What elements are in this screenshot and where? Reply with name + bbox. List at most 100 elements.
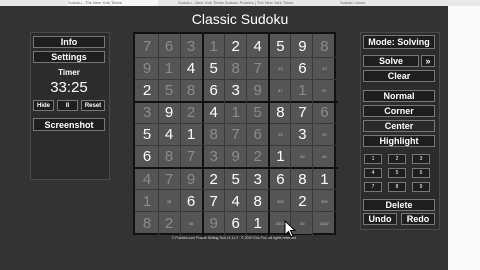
sudoku-cell[interactable]: 35 <box>158 190 180 212</box>
sudoku-cell[interactable]: 8 <box>313 35 335 57</box>
delete-button[interactable]: Delete <box>363 199 435 211</box>
sudoku-cell[interactable]: 6 <box>291 57 313 79</box>
sudoku-cell[interactable]: 4 <box>247 35 269 57</box>
sudoku-cell[interactable]: 45 <box>313 146 335 168</box>
sudoku-cell[interactable]: 3 <box>180 35 202 57</box>
sudoku-cell[interactable]: 1 <box>247 212 269 234</box>
sudoku-cell[interactable]: 3 <box>291 124 313 146</box>
sudoku-cell[interactable]: 35 <box>180 212 202 234</box>
numpad-key-6[interactable]: 6 <box>412 168 430 178</box>
sudoku-cell[interactable]: 8 <box>291 168 313 190</box>
sudoku-cell[interactable]: 2 <box>291 190 313 212</box>
numpad-key-1[interactable]: 1 <box>364 154 382 164</box>
reset-timer-button[interactable]: Reset <box>81 100 105 111</box>
sudoku-cell[interactable]: 45 <box>291 146 313 168</box>
sudoku-cell[interactable]: 4 <box>180 57 202 79</box>
sudoku-cell[interactable]: 9 <box>136 57 158 79</box>
sudoku-cell[interactable]: 6 <box>225 212 247 234</box>
sudoku-cell[interactable]: 8 <box>136 212 158 234</box>
info-button[interactable]: Info <box>33 36 105 48</box>
sudoku-cell[interactable]: 9 <box>225 146 247 168</box>
corner-mode-button[interactable]: Corner <box>363 105 435 117</box>
sudoku-cell[interactable]: 9 <box>180 168 202 190</box>
sudoku-cell[interactable]: 1 <box>269 146 291 168</box>
sudoku-cell[interactable]: 4 <box>225 190 247 212</box>
sudoku-cell[interactable]: 9 <box>291 35 313 57</box>
sudoku-cell[interactable]: 8 <box>247 190 269 212</box>
sudoku-cell[interactable]: 7 <box>291 102 313 124</box>
sudoku-cell[interactable]: 1 <box>291 79 313 101</box>
numpad-key-5[interactable]: 5 <box>388 168 406 178</box>
sudoku-cell[interactable]: 4 <box>136 168 158 190</box>
sudoku-cell[interactable]: 2 <box>180 102 202 124</box>
sudoku-cell[interactable]: 7 <box>180 146 202 168</box>
numpad-key-3[interactable]: 3 <box>412 154 430 164</box>
undo-button[interactable]: Undo <box>363 213 397 225</box>
sudoku-cell[interactable]: 6 <box>313 102 335 124</box>
sudoku-cell[interactable]: 1 <box>203 35 225 57</box>
sudoku-cell[interactable]: 1 <box>313 168 335 190</box>
sudoku-cell[interactable]: 3457 <box>313 212 335 234</box>
numpad-key-8[interactable]: 8 <box>388 182 406 192</box>
sudoku-cell[interactable]: 5 <box>225 168 247 190</box>
sudoku-cell[interactable]: 359 <box>313 190 335 212</box>
sudoku-cell[interactable]: 5 <box>158 79 180 101</box>
pause-timer-button[interactable]: II <box>57 100 78 111</box>
solve-more-button[interactable]: » <box>421 55 435 67</box>
sudoku-cell[interactable]: 23 <box>313 57 335 79</box>
sudoku-cell[interactable]: 6 <box>203 79 225 101</box>
normal-mode-button[interactable]: Normal <box>363 90 435 102</box>
sudoku-cell[interactable]: 5 <box>269 35 291 57</box>
sudoku-cell[interactable]: 1 <box>136 190 158 212</box>
sudoku-cell[interactable]: 8 <box>269 102 291 124</box>
sudoku-cell[interactable]: 4 <box>158 124 180 146</box>
sudoku-cell[interactable]: 7 <box>136 35 158 57</box>
sudoku-cell[interactable]: 7 <box>158 168 180 190</box>
sudoku-cell[interactable]: 3 <box>136 102 158 124</box>
sudoku-cell[interactable]: 6 <box>247 124 269 146</box>
numpad-key-9[interactable]: 9 <box>412 182 430 192</box>
sudoku-cell[interactable]: 2 <box>225 35 247 57</box>
sudoku-cell[interactable]: 1 <box>158 57 180 79</box>
sudoku-cell[interactable]: 2 <box>247 146 269 168</box>
sudoku-cell[interactable]: 6 <box>136 146 158 168</box>
screenshot-button[interactable]: Screenshot <box>33 118 105 131</box>
sudoku-cell[interactable]: 3 <box>203 146 225 168</box>
sudoku-cell[interactable]: 9 <box>247 79 269 101</box>
sudoku-cell[interactable]: 1 <box>225 102 247 124</box>
numpad-key-4[interactable]: 4 <box>364 168 382 178</box>
sudoku-cell[interactable]: 8 <box>203 124 225 146</box>
sudoku-cell[interactable]: 2 <box>203 168 225 190</box>
sudoku-cell[interactable]: 47 <box>313 79 335 101</box>
numpad-key-7[interactable]: 7 <box>364 182 382 192</box>
sudoku-cell[interactable]: 8 <box>158 146 180 168</box>
sudoku-cell[interactable]: 7 <box>247 57 269 79</box>
sudoku-cell[interactable]: 6 <box>180 190 202 212</box>
sudoku-cell[interactable]: 8 <box>225 57 247 79</box>
sudoku-cell[interactable]: 2 <box>158 212 180 234</box>
sudoku-cell[interactable]: 7 <box>203 190 225 212</box>
sudoku-cell[interactable]: 5 <box>247 102 269 124</box>
sudoku-cell[interactable]: 9 <box>203 212 225 234</box>
sudoku-cell[interactable]: 3 <box>225 79 247 101</box>
settings-button[interactable]: Settings <box>33 51 105 63</box>
sudoku-cell[interactable]: 6 <box>269 168 291 190</box>
sudoku-cell[interactable]: 4 <box>203 102 225 124</box>
hide-timer-button[interactable]: Hide <box>33 100 54 111</box>
solve-button[interactable]: Solve <box>363 55 419 67</box>
sudoku-cell[interactable]: 47 <box>269 79 291 101</box>
sudoku-cell[interactable]: 5 <box>203 57 225 79</box>
mode-button[interactable]: Mode: Solving <box>363 35 435 49</box>
redo-button[interactable]: Redo <box>401 213 435 225</box>
sudoku-cell[interactable]: 29 <box>313 124 335 146</box>
center-mode-button[interactable]: Center <box>363 120 435 132</box>
sudoku-cell[interactable]: 6 <box>158 35 180 57</box>
sudoku-cell[interactable]: 23 <box>269 57 291 79</box>
numpad-key-2[interactable]: 2 <box>388 154 406 164</box>
sudoku-cell[interactable]: 1 <box>180 124 202 146</box>
sudoku-cell[interactable]: 9 <box>158 102 180 124</box>
clear-button[interactable]: Clear <box>363 70 435 82</box>
sudoku-cell[interactable]: 309 <box>269 190 291 212</box>
highlight-mode-button[interactable]: Highlight <box>363 135 435 147</box>
sudoku-cell[interactable]: 8 <box>180 79 202 101</box>
